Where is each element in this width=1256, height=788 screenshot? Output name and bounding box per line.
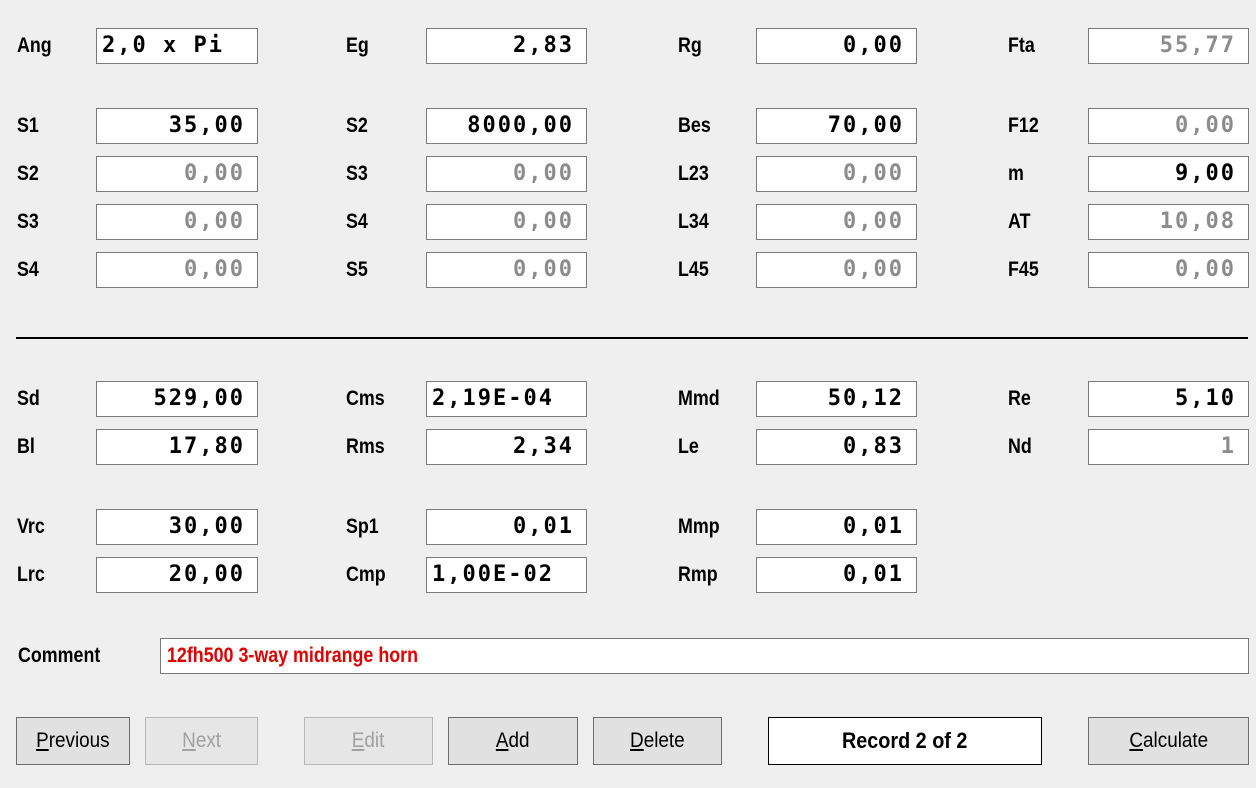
record-status: Record 2 of 2 — [768, 717, 1042, 765]
label-eg: Eg — [346, 34, 369, 57]
field-re[interactable]: 5,10 — [1088, 381, 1249, 417]
field-s3-left[interactable]: 0,00 — [96, 204, 258, 240]
add-button-mnemonic: A — [496, 729, 509, 752]
edit-button-mnemonic: E — [352, 729, 365, 752]
field-m[interactable]: 9,00 — [1088, 156, 1249, 192]
field-vrc[interactable]: 30,00 — [96, 509, 258, 545]
section-divider — [16, 337, 1248, 339]
field-eg[interactable]: 2,83 — [426, 28, 587, 64]
label-l45: L45 — [678, 258, 709, 281]
label-f12: F12 — [1008, 114, 1039, 137]
field-bes[interactable]: 70,00 — [756, 108, 917, 144]
field-f12: 0,00 — [1088, 108, 1249, 144]
field-fta: 55,77 — [1088, 28, 1249, 64]
calculate-button-mnemonic: C — [1129, 729, 1143, 752]
field-s3[interactable]: 0,00 — [426, 156, 587, 192]
label-rmp: Rmp — [678, 563, 718, 586]
field-s2-left[interactable]: 0,00 — [96, 156, 258, 192]
delete-button-mnemonic: D — [630, 729, 644, 752]
field-nd[interactable]: 1 — [1088, 429, 1249, 465]
calculate-button[interactable]: Calculate — [1088, 717, 1249, 765]
calculate-button-label: alculate — [1142, 729, 1208, 752]
previous-button[interactable]: Previous — [16, 717, 130, 765]
field-l23[interactable]: 0,00 — [756, 156, 917, 192]
label-cms: Cms — [346, 387, 385, 410]
label-s2-left: S2 — [17, 162, 39, 185]
add-button-label: dd — [508, 729, 530, 752]
label-rms: Rms — [346, 435, 385, 458]
field-rg[interactable]: 0,00 — [756, 28, 917, 64]
field-s2[interactable]: 8000,00 — [426, 108, 587, 144]
label-sp1: Sp1 — [346, 515, 379, 538]
field-s4[interactable]: 0,00 — [426, 204, 587, 240]
field-cms[interactable]: 2,19E-04 — [426, 381, 587, 417]
field-ang[interactable]: 2,0 x Pi — [96, 28, 258, 64]
label-sd: Sd — [17, 387, 40, 410]
field-mmp[interactable]: 0,01 — [756, 509, 917, 545]
field-s5[interactable]: 0,00 — [426, 252, 587, 288]
record-status-text: Record 2 of 2 — [842, 728, 968, 753]
label-s4: S4 — [346, 210, 368, 233]
label-f45: F45 — [1008, 258, 1039, 281]
label-s3: S3 — [346, 162, 368, 185]
label-ang: Ang — [17, 34, 52, 57]
edit-button[interactable]: Edit — [304, 717, 433, 765]
label-l34: L34 — [678, 210, 709, 233]
field-f45: 0,00 — [1088, 252, 1249, 288]
label-cmp: Cmp — [346, 563, 386, 586]
field-bl[interactable]: 17,80 — [96, 429, 258, 465]
label-s5: S5 — [346, 258, 368, 281]
label-s3-left: S3 — [17, 210, 39, 233]
field-s1[interactable]: 35,00 — [96, 108, 258, 144]
field-cmp[interactable]: 1,00E-02 — [426, 557, 587, 593]
label-vrc: Vrc — [17, 515, 45, 538]
field-rmp[interactable]: 0,01 — [756, 557, 917, 593]
comment-text: 12fh500 3-way midrange horn — [167, 644, 418, 667]
label-le: Le — [678, 435, 699, 458]
label-at: AT — [1008, 210, 1031, 233]
field-l34[interactable]: 0,00 — [756, 204, 917, 240]
label-s2: S2 — [346, 114, 368, 137]
label-bl: Bl — [17, 435, 35, 458]
field-sp1[interactable]: 0,01 — [426, 509, 587, 545]
field-le[interactable]: 0,83 — [756, 429, 917, 465]
comment-label: Comment — [18, 644, 101, 667]
field-l45[interactable]: 0,00 — [756, 252, 917, 288]
label-fta: Fta — [1008, 34, 1035, 57]
previous-button-label: revious — [48, 729, 110, 752]
delete-button[interactable]: Delete — [593, 717, 722, 765]
add-button[interactable]: Add — [448, 717, 578, 765]
edit-button-label: dit — [364, 729, 385, 752]
label-re: Re — [1008, 387, 1031, 410]
label-mmd: Mmd — [678, 387, 720, 410]
label-m: m — [1008, 162, 1024, 185]
label-bes: Bes — [678, 114, 711, 137]
field-sd[interactable]: 529,00 — [96, 381, 258, 417]
label-lrc: Lrc — [17, 563, 45, 586]
previous-button-mnemonic: P — [36, 729, 49, 752]
field-at: 10,08 — [1088, 204, 1249, 240]
label-l23: L23 — [678, 162, 709, 185]
next-button-mnemonic: N — [182, 729, 196, 752]
field-rms[interactable]: 2,34 — [426, 429, 587, 465]
comment-field[interactable]: 12fh500 3-way midrange horn — [160, 638, 1249, 674]
label-mmp: Mmp — [678, 515, 720, 538]
field-mmd[interactable]: 50,12 — [756, 381, 917, 417]
label-nd: Nd — [1008, 435, 1032, 458]
next-button-label: ext — [195, 729, 221, 752]
field-s4-left[interactable]: 0,00 — [96, 252, 258, 288]
delete-button-label: elete — [643, 729, 685, 752]
next-button[interactable]: Next — [145, 717, 258, 765]
field-lrc[interactable]: 20,00 — [96, 557, 258, 593]
label-rg: Rg — [678, 34, 702, 57]
label-s4-left: S4 — [17, 258, 39, 281]
label-s1: S1 — [17, 114, 39, 137]
